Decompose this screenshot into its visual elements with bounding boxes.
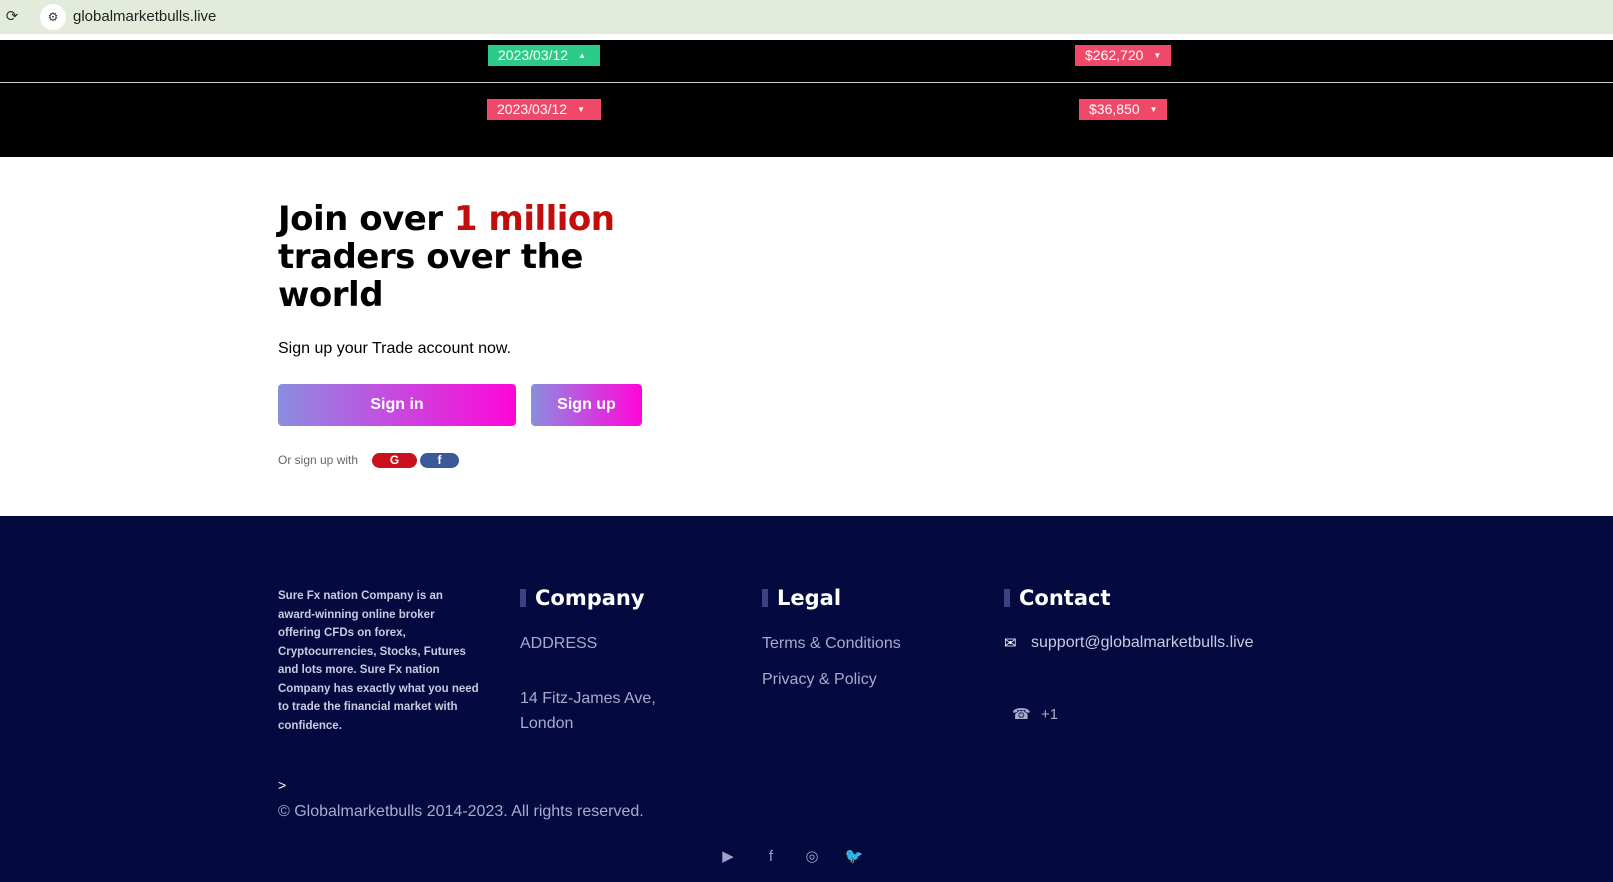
facebook-icon: f [437,453,442,467]
join-subline: Sign up your Trade account now. [278,340,512,357]
headline-highlight: 1 million [453,199,615,239]
sign-in-button[interactable]: Sign in [278,384,516,426]
join-headline: Join over 1 million traders over the wor… [278,199,615,315]
company-about-text: Sure Fx nation Company is an award-winni… [278,590,479,732]
youtube-icon[interactable]: ▶ [717,846,739,868]
contact-email[interactable]: ✉ support@globalmarketbulls.live [1004,634,1254,652]
ticker-amount-tag: $262,720 ▼ [1075,45,1171,66]
heading-accent-bar [1004,589,1010,607]
chevron-text: > [278,777,287,793]
facebook-icon[interactable]: f [760,846,782,868]
address-bar[interactable] [36,2,1613,32]
heading-accent-bar [520,589,526,607]
caret-down-icon: ▼ [1153,51,1162,60]
ticker-amount: $262,720 [1085,47,1144,63]
google-icon: G [389,453,400,467]
address-label: ADDRESS [520,635,598,652]
caret-up-icon: ▲ [578,51,586,60]
facebook-signup-button[interactable]: f [420,453,459,468]
instagram-icon[interactable]: ◎ [801,846,823,868]
ticker-date-tag: 2023/03/12 ▼ [487,99,601,120]
ticker-date: 2023/03/12 [497,101,568,117]
email-text: support@globalmarketbulls.live [1031,634,1254,651]
address-text: 14 Fitz-James Ave, London [520,690,656,732]
ticker-amount: $36,850 [1089,101,1140,117]
ticker-table [0,40,1613,157]
contact-phone[interactable]: ☎ +1 [1012,705,1059,724]
footer-company-heading: Company [520,586,645,610]
google-signup-button[interactable]: G [372,453,417,468]
caret-down-icon: ▼ [577,105,585,114]
caret-down-icon: ▼ [1149,105,1158,114]
reload-icon[interactable]: ⟳ [3,8,21,26]
heading-accent-bar [762,589,768,607]
phone-icon: ☎ [1012,706,1031,723]
url-text[interactable]: globalmarketbulls.live [73,8,216,25]
site-settings-icon[interactable]: ⚙ [40,4,66,30]
phone-text: +1 [1041,705,1059,723]
envelope-icon: ✉ [1004,635,1017,652]
twitter-icon[interactable]: 🐦 [843,846,865,868]
footer-legal-heading: Legal [762,586,841,610]
or-sign-up-text: Or sign up with [278,453,359,467]
ticker-row-divider [0,82,1613,83]
ticker-date: 2023/03/12 [498,47,569,63]
site-footer [0,516,1613,882]
ticker-amount-tag: $36,850 ▼ [1079,99,1167,120]
footer-contact-heading: Contact [1004,586,1111,610]
privacy-link[interactable]: Privacy & Policy [762,671,877,689]
terms-link[interactable]: Terms & Conditions [762,635,901,653]
copyright-text: © Globalmarketbulls 2014-2023. All right… [278,803,644,820]
sign-up-button[interactable]: Sign up [531,384,642,426]
ticker-date-tag: 2023/03/12 ▲ [488,45,600,66]
